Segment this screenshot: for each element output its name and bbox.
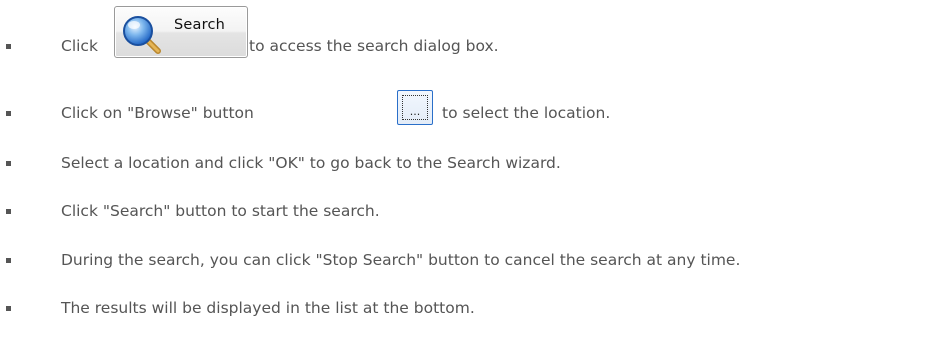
list-item: Click on "Browse" button to select the l… <box>0 101 942 125</box>
browse-button[interactable]: ... <box>397 90 433 125</box>
square-bullet-icon <box>6 43 11 49</box>
magnifying-glass-icon <box>123 16 161 54</box>
instruction-suffix: to select the location. <box>442 104 611 122</box>
browse-button-label: ... <box>409 105 421 118</box>
instruction-prefix: Click <box>61 37 98 55</box>
square-bullet-icon <box>6 160 11 166</box>
square-bullet-icon <box>6 110 11 116</box>
list-item: The results will be displayed in the lis… <box>0 296 942 320</box>
instruction-text: Select a location and click "OK" to go b… <box>61 154 561 172</box>
list-item: During the search, you can click "Stop S… <box>0 248 942 272</box>
search-button-label: Search <box>174 17 226 33</box>
list-item: Select a location and click "OK" to go b… <box>0 151 942 175</box>
search-button[interactable]: Search <box>114 6 248 58</box>
instruction-text: Click "Search" button to start the searc… <box>61 202 380 220</box>
square-bullet-icon <box>6 305 11 311</box>
browse-button-focus-rect: ... <box>402 95 428 120</box>
square-bullet-icon <box>6 257 11 263</box>
instruction-prefix: Click on "Browse" button <box>61 104 254 122</box>
instruction-text: The results will be displayed in the lis… <box>61 299 475 317</box>
instruction-text: During the search, you can click "Stop S… <box>61 251 741 269</box>
square-bullet-icon <box>6 208 11 214</box>
list-item: Click "Search" button to start the searc… <box>0 199 942 223</box>
instruction-suffix: to access the search dialog box. <box>249 37 499 55</box>
